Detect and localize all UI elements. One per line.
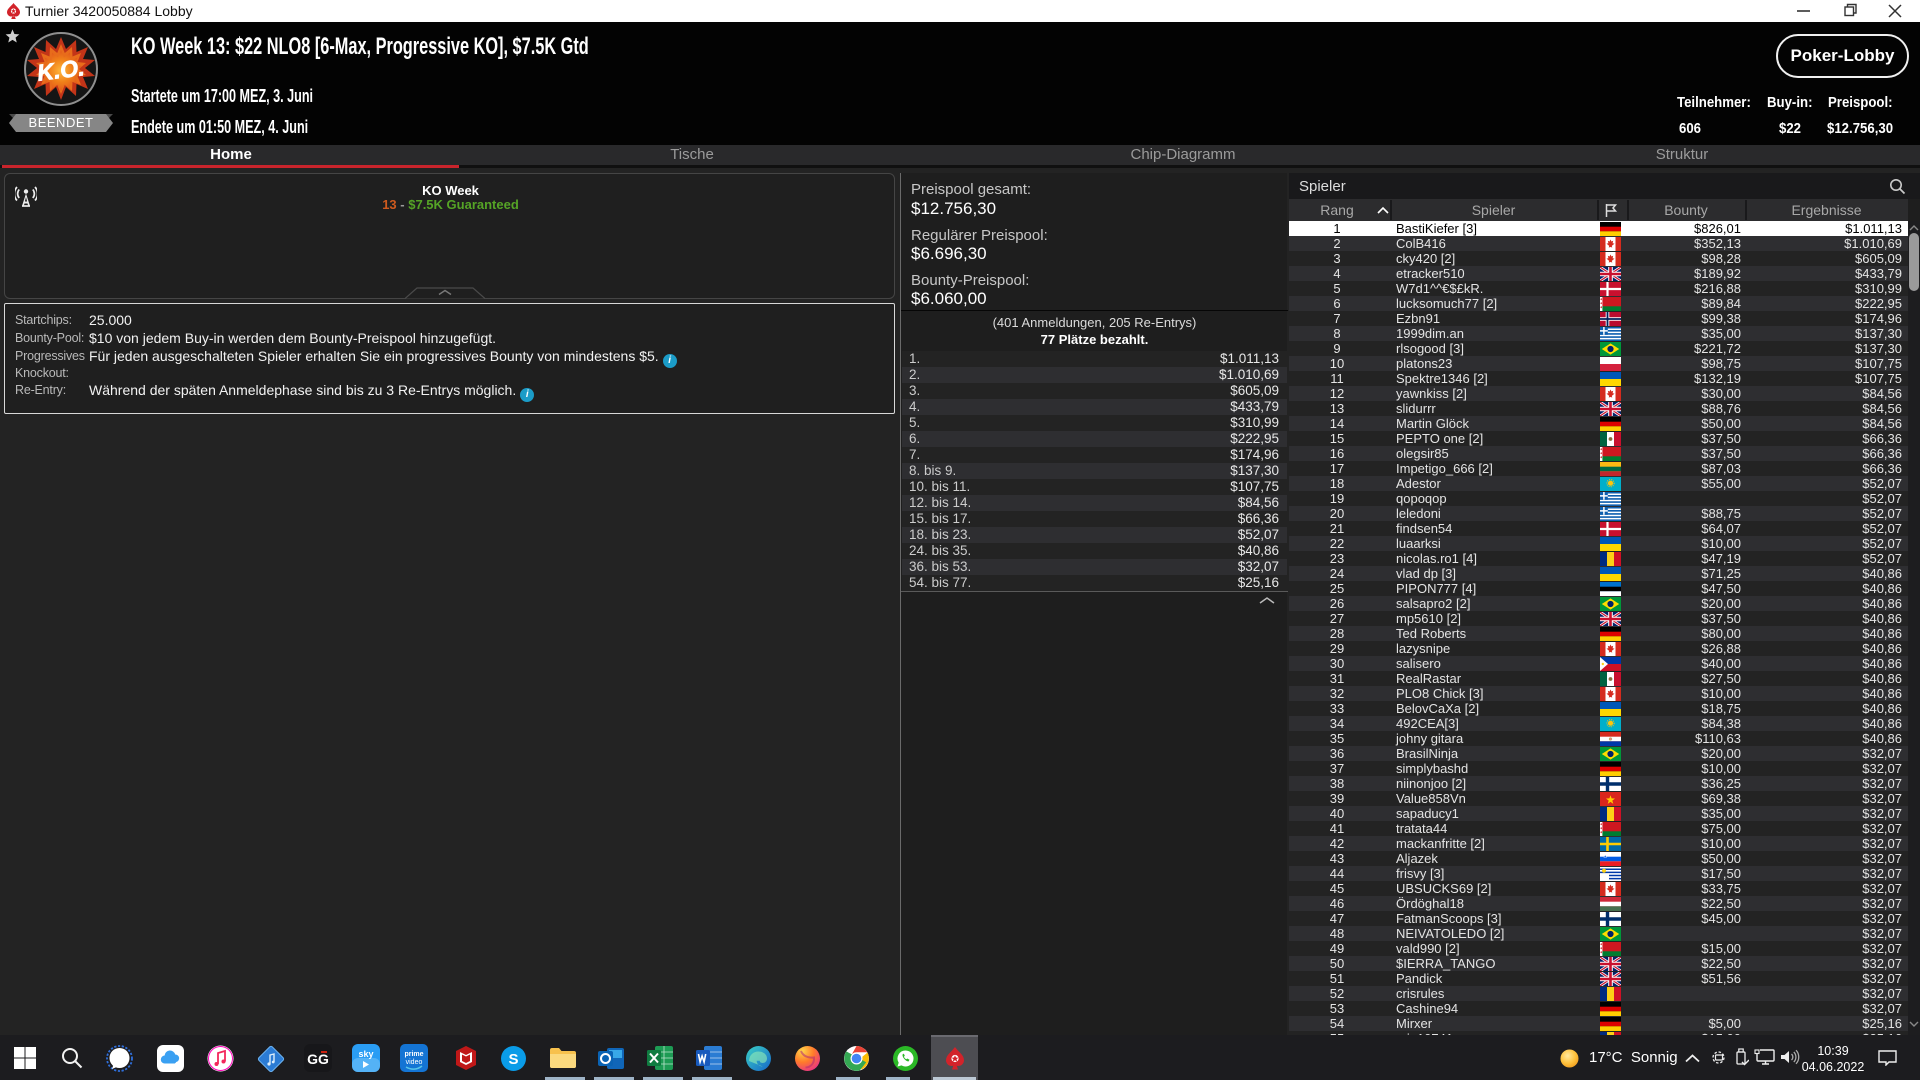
- svg-text:sky: sky: [358, 1049, 373, 1059]
- svg-text:S: S: [508, 1051, 518, 1068]
- svg-text:prime: prime: [404, 1051, 423, 1058]
- svg-text:GG: GG: [307, 1051, 329, 1067]
- svg-text:video: video: [406, 1059, 423, 1066]
